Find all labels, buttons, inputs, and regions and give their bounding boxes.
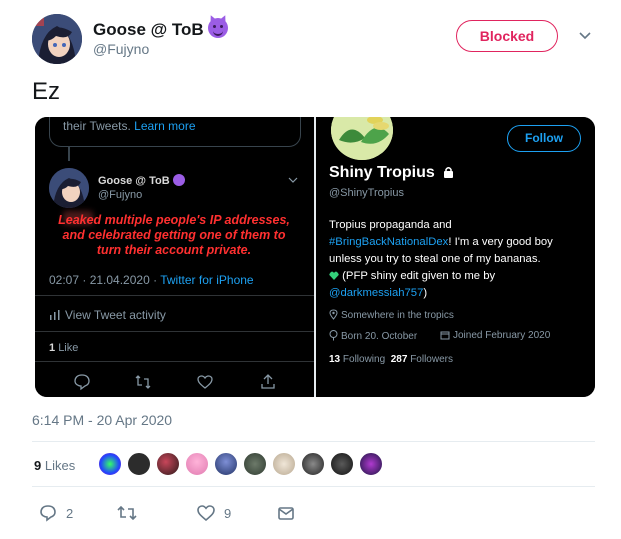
following-count: 13 xyxy=(329,354,341,365)
profile-birthday: Born 20. October xyxy=(329,330,417,342)
liker-avatar[interactable] xyxy=(185,452,209,476)
calendar-icon xyxy=(440,331,450,340)
profile-location: Somewhere in the tropics xyxy=(329,309,454,321)
chevron-down-icon[interactable] xyxy=(578,28,592,42)
quote-text: their Tweets. Learn more xyxy=(63,119,196,133)
balloon-icon xyxy=(329,330,338,341)
liker-avatar[interactable] xyxy=(359,452,383,476)
liker-avatar[interactable] xyxy=(330,452,354,476)
divider xyxy=(32,486,595,487)
reply-button[interactable]: 2 xyxy=(38,503,73,523)
location-pin-icon xyxy=(329,309,338,320)
tweet-timestamp[interactable]: 6:14 PM - 20 Apr 2020 xyxy=(32,412,172,428)
screenshot-left-panel: their Tweets. Learn more Goose @ ToB @Fu… xyxy=(35,117,314,397)
bio-hashtag: #BringBackNationalDex xyxy=(329,236,449,248)
profile-avatar xyxy=(328,117,396,163)
mini-likes-number: 1 xyxy=(49,342,56,354)
liker-avatar[interactable] xyxy=(127,452,151,476)
liker-avatar[interactable] xyxy=(243,452,267,476)
smiling-devil-icon xyxy=(207,18,228,38)
liker-avatar[interactable] xyxy=(156,452,180,476)
bar-chart-icon xyxy=(50,310,60,320)
mini-client: Twitter for iPhone xyxy=(160,273,254,287)
mini-retweet-icon xyxy=(134,373,152,391)
mini-display-name: Goose @ ToB xyxy=(98,174,185,187)
envelope-icon xyxy=(278,507,294,520)
mini-devil-icon xyxy=(172,174,185,186)
profile-joined: Joined February 2020 xyxy=(440,330,550,341)
follow-button: Follow xyxy=(507,125,581,152)
likes-word: Likes xyxy=(44,458,76,473)
likes-summary[interactable]: 9 Likes xyxy=(34,458,75,473)
mini-likes-word: Like xyxy=(58,342,79,354)
liker-avatar[interactable] xyxy=(272,452,296,476)
user-avatar[interactable] xyxy=(32,14,82,64)
profile-follow-counts: 13 Following 287 Followers xyxy=(329,354,453,365)
learn-more-link: Learn more xyxy=(134,119,196,133)
mini-reply-icon xyxy=(73,373,91,391)
retweet-icon xyxy=(117,505,137,521)
mini-chevron-icon xyxy=(288,175,298,185)
divider xyxy=(35,361,314,362)
quote-text-main: their Tweets. xyxy=(63,119,131,133)
display-name[interactable]: Goose @ ToB xyxy=(93,18,228,40)
thread-line xyxy=(68,147,70,161)
liker-avatar[interactable] xyxy=(301,452,325,476)
tweet-media-image[interactable]: their Tweets. Learn more Goose @ ToB @Fu… xyxy=(35,117,595,397)
liker-avatar[interactable] xyxy=(98,452,122,476)
bio-mention: @darkmessiah757 xyxy=(329,287,424,299)
direct-message-button[interactable] xyxy=(276,503,296,523)
display-name-text: Goose @ ToB xyxy=(93,20,204,39)
divider xyxy=(32,441,595,442)
following-label: Following xyxy=(342,354,386,365)
mini-likes: 1 Like xyxy=(49,342,78,354)
mini-handle: @Fujyno xyxy=(98,189,143,201)
leak-annotation: Leaked multiple people's IP addresses, a… xyxy=(58,213,290,257)
like-button[interactable]: 9 xyxy=(196,503,231,523)
followers-label: Followers xyxy=(410,354,453,365)
like-count: 9 xyxy=(224,506,232,521)
tweet-text: Ez xyxy=(32,78,61,105)
liker-avatar[interactable] xyxy=(214,452,238,476)
bio-line-3: (PFP shiny edit given to me by xyxy=(342,270,496,282)
divider xyxy=(35,331,314,332)
reply-count: 2 xyxy=(66,506,74,521)
profile-handle: @ShinyTropius xyxy=(329,187,404,199)
mini-name-text: Goose @ ToB xyxy=(98,175,170,187)
mini-timestamp: 02:07 · 21.04.2020 · Twitter for iPhone xyxy=(49,273,254,287)
mini-time: 02:07 · 21.04.2020 · xyxy=(49,273,158,287)
profile-name-text: Shiny Tropius xyxy=(329,164,435,181)
born-text: Born 20. October xyxy=(341,331,418,342)
user-handle[interactable]: @Fujyno xyxy=(93,41,149,57)
reply-icon xyxy=(40,505,56,522)
screenshot-right-panel: Follow Shiny Tropius @ShinyTropius Tropi… xyxy=(316,117,595,397)
bio-end: ) xyxy=(423,287,428,299)
tweet-activity: View Tweet activity xyxy=(49,308,166,322)
green-heart-icon xyxy=(329,271,339,280)
followers-count: 287 xyxy=(390,354,408,365)
heart-icon xyxy=(197,505,215,522)
lock-icon xyxy=(444,167,454,178)
mini-share-icon xyxy=(259,373,277,391)
mini-avatar xyxy=(49,168,89,208)
location-text: Somewhere in the tropics xyxy=(341,310,454,321)
mini-heart-icon xyxy=(196,373,214,391)
bio-line-1: Tropius propaganda and xyxy=(329,219,452,231)
likes-number: 9 xyxy=(34,458,42,473)
activity-label: View Tweet activity xyxy=(65,308,166,322)
blocked-button[interactable]: Blocked xyxy=(456,20,558,52)
divider xyxy=(35,295,314,296)
retweet-button[interactable] xyxy=(116,503,146,523)
joined-text: Joined February 2020 xyxy=(453,330,551,341)
profile-bio: Tropius propaganda and #BringBackNational… xyxy=(329,217,587,302)
profile-name: Shiny Tropius xyxy=(329,164,454,182)
